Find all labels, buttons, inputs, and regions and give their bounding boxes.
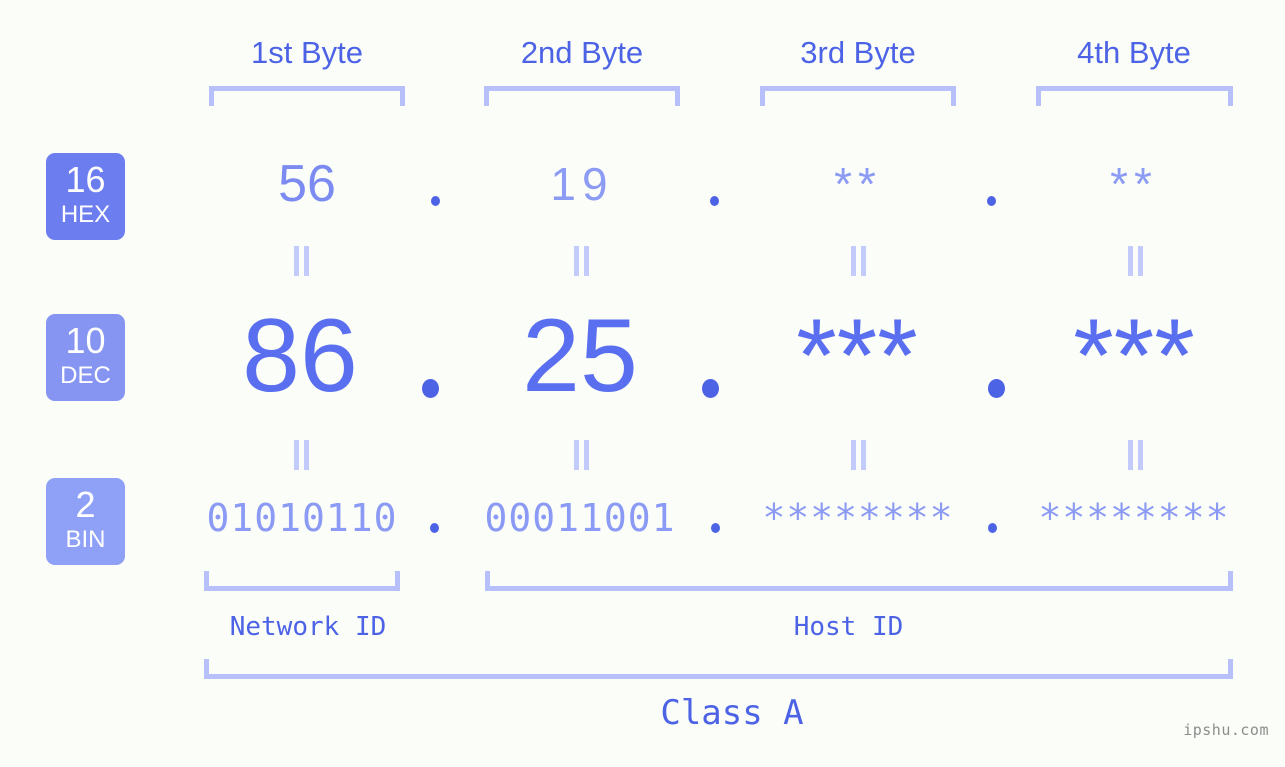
bin-separator-dot-2 — [711, 523, 720, 533]
class-label: Class A — [660, 693, 804, 733]
radix-badge-hex: 16 HEX — [46, 153, 125, 240]
dec-separator-dot-3 — [988, 379, 1005, 398]
dec-separator-dot-2 — [702, 379, 719, 398]
radix-badge-hex-name: HEX — [60, 201, 111, 228]
byte-bracket-3 — [760, 86, 956, 106]
equals-mark-hex-dec-3 — [848, 246, 870, 276]
equals-mark-dec-bin-1 — [291, 440, 313, 470]
class-bracket — [204, 659, 1233, 679]
dec-byte-3-value: *** — [796, 298, 918, 414]
ip-address-breakdown-diagram: 1st Byte 2nd Byte 3rd Byte 4th Byte 16 H… — [0, 0, 1285, 767]
bin-byte-1-value: 01010110 — [206, 496, 398, 540]
hex-byte-4-value: ** — [1110, 158, 1158, 210]
byte-header-1: 1st Byte — [251, 35, 363, 70]
byte-bracket-2 — [484, 86, 680, 106]
network-id-label: Network ID — [229, 612, 387, 642]
radix-badge-bin-number: 2 — [75, 484, 96, 525]
hex-byte-3-value: ** — [834, 158, 882, 210]
radix-badge-bin: 2 BIN — [46, 478, 125, 565]
dec-byte-4-value: *** — [1073, 298, 1195, 414]
byte-header-4: 4th Byte — [1077, 35, 1191, 70]
equals-mark-dec-bin-2 — [571, 440, 593, 470]
bin-byte-3-value: ******** — [762, 496, 954, 540]
host-id-label: Host ID — [793, 612, 904, 642]
hex-separator-dot-1 — [431, 196, 440, 206]
host-id-bracket — [485, 571, 1233, 591]
radix-badge-dec-name: DEC — [60, 362, 111, 389]
byte-header-2: 2nd Byte — [520, 35, 644, 70]
bin-byte-2-value: 00011001 — [484, 496, 676, 540]
bin-byte-4-value: ******** — [1038, 496, 1230, 540]
radix-badge-dec: 10 DEC — [46, 314, 125, 401]
equals-mark-dec-bin-3 — [848, 440, 870, 470]
equals-mark-dec-bin-4 — [1125, 440, 1147, 470]
dec-byte-2-value: 25 — [522, 298, 638, 414]
hex-separator-dot-3 — [987, 196, 996, 206]
byte-bracket-4 — [1036, 86, 1233, 106]
network-id-bracket — [204, 571, 400, 591]
hex-byte-2-value: 19 — [550, 158, 614, 210]
radix-badge-bin-name: BIN — [65, 526, 106, 553]
bin-separator-dot-3 — [988, 523, 997, 533]
dec-separator-dot-1 — [422, 379, 439, 398]
dec-byte-1-value: 86 — [242, 298, 358, 414]
byte-header-3: 3rd Byte — [800, 35, 916, 70]
byte-bracket-1 — [209, 86, 405, 106]
bin-separator-dot-1 — [430, 523, 439, 533]
radix-badge-dec-number: 10 — [65, 320, 106, 361]
equals-mark-hex-dec-2 — [571, 246, 593, 276]
watermark: ipshu.com — [1183, 721, 1269, 739]
radix-badge-hex-number: 16 — [65, 159, 106, 200]
hex-byte-1-value: 56 — [278, 155, 336, 213]
equals-mark-hex-dec-1 — [291, 246, 313, 276]
equals-mark-hex-dec-4 — [1125, 246, 1147, 276]
hex-separator-dot-2 — [710, 196, 719, 206]
